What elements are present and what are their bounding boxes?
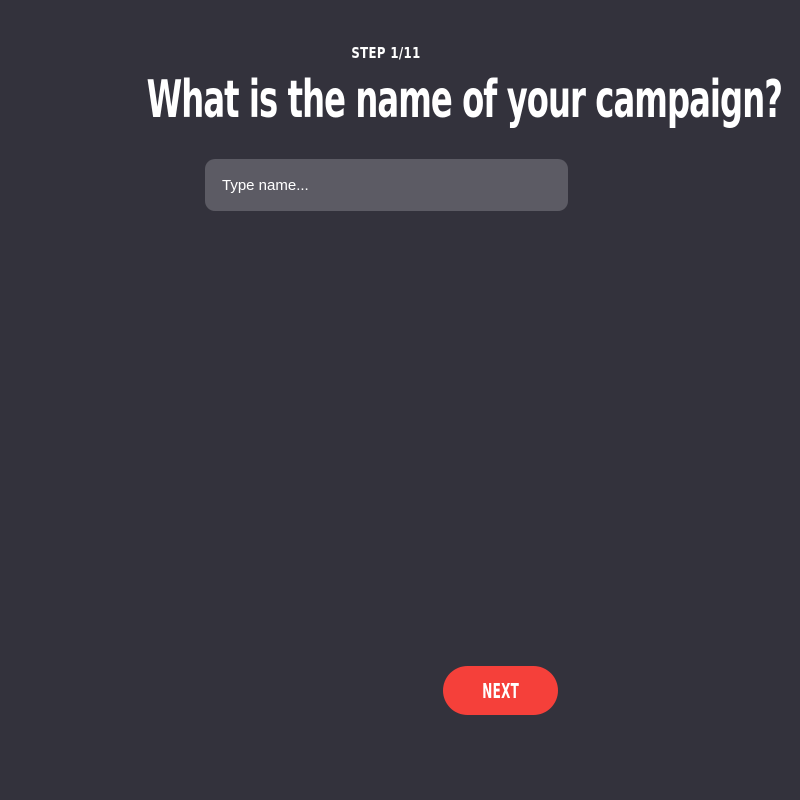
campaign-name-input[interactable] (205, 159, 568, 211)
next-button-label: NEXT (482, 678, 519, 703)
page-title: What is the name of your campaign? (146, 70, 783, 130)
step-indicator: STEP 1/11 (351, 44, 421, 62)
next-button[interactable]: NEXT (443, 666, 558, 715)
